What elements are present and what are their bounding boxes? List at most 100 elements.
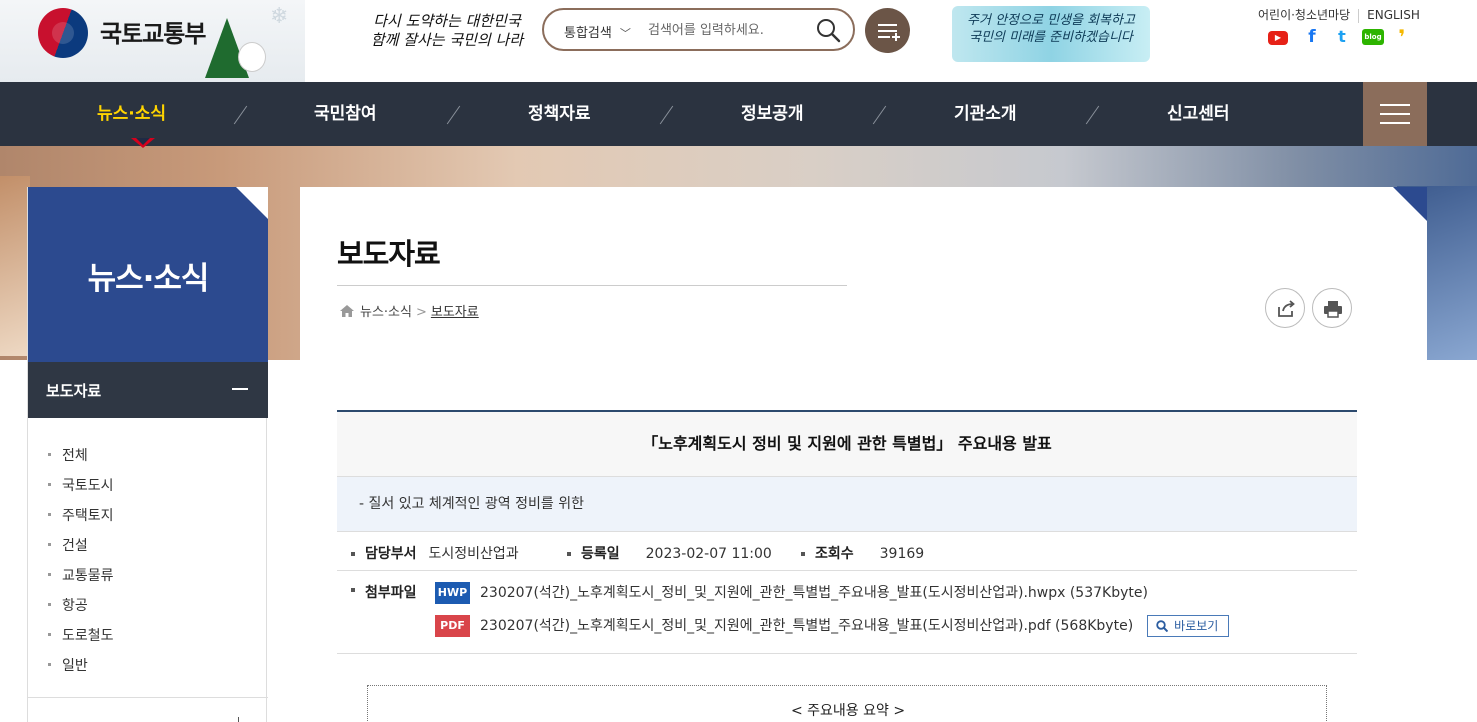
divider	[659, 105, 674, 125]
magnifier-icon	[1156, 620, 1169, 633]
hamburger-icon	[1380, 113, 1410, 115]
lnb-item-road-rail[interactable]: 도로철도	[48, 625, 114, 655]
slogan: 다시 도약하는 대한민국 함께 잘사는 국민의 나라	[367, 12, 527, 50]
snowflake-icon: ❄	[270, 4, 289, 29]
divider	[233, 105, 248, 125]
search-button[interactable]	[815, 17, 841, 43]
divider	[1358, 8, 1360, 23]
kids-link[interactable]: 어린이·청소년마당	[1258, 8, 1350, 22]
hwp-file-icon: HWP	[435, 582, 470, 604]
facebook-icon[interactable]: f	[1302, 28, 1322, 46]
all-menu-button[interactable]	[1363, 82, 1427, 146]
active-menu-marker-icon	[131, 138, 155, 148]
breadcrumb: 뉴스·소식 > 보도자료	[340, 301, 479, 320]
plus-icon[interactable]	[233, 717, 245, 722]
slogan-line-2: 함께 잘사는 국민의 나라	[370, 31, 524, 49]
divider	[446, 105, 461, 125]
lnb-section-label: 보도자료	[46, 382, 102, 400]
lnb-item-construction[interactable]: 건설	[48, 535, 114, 565]
snowman-icon	[238, 42, 266, 72]
print-icon	[1324, 301, 1342, 318]
lnb-list: 전체 국토도시 주택토지 건설 교통물류 항공 도로철도 일반	[48, 445, 114, 685]
lnb-item-housing[interactable]: 주택토지	[48, 505, 114, 535]
file-row: HWP 230207(석간)_노후계획도시_정비_및_지원에_관한_특별법_주요내…	[435, 582, 1148, 604]
twitter-icon[interactable]: t	[1332, 28, 1352, 46]
gnb-item-news[interactable]: 뉴스·소식	[97, 82, 166, 146]
top-header: 국토교통부 ❄ 다시 도약하는 대한민국 함께 잘사는 국민의 나라 통합검색 ﹀…	[0, 0, 1477, 82]
blog-icon[interactable]: blog	[1362, 29, 1384, 45]
search-box: 통합검색 ﹀	[542, 8, 855, 51]
lnb-item-land-city[interactable]: 국토도시	[48, 475, 114, 505]
visual-decoration	[0, 176, 30, 356]
promo-line-2: 국민의 미래를 준비하겠습니다	[969, 30, 1133, 45]
breadcrumb-item[interactable]: 뉴스·소식	[360, 305, 412, 320]
info-dept: 담당부서 도시정비산업과	[351, 543, 519, 563]
article: 「노후계획도시 정비 및 지원에 관한 특별법」 주요내용 발표 - 질서 있고…	[337, 410, 1357, 654]
corner-decoration	[236, 187, 268, 219]
article-info: 담당부서 도시정비산업과 등록일 2023-02-07 11:00 조회수 39169	[337, 532, 1357, 571]
taegeuk-logo-icon	[38, 8, 88, 58]
corner-decoration	[1393, 187, 1427, 221]
divider	[28, 697, 268, 698]
divider	[1085, 105, 1100, 125]
home-icon[interactable]	[340, 305, 354, 317]
lnb-section-toggle[interactable]: 보도자료	[28, 362, 268, 418]
menu-add-button[interactable]	[865, 8, 910, 53]
plus-icon	[895, 33, 897, 41]
logo-text: 국토교통부	[100, 20, 206, 48]
minus-icon	[232, 388, 248, 390]
article-subtitle: - 질서 있고 체계적인 광역 정비를 위한	[337, 477, 1357, 532]
hamburger-icon	[1380, 104, 1410, 106]
gnb-item-report[interactable]: 신고센터	[1167, 82, 1230, 146]
global-nav: 뉴스·소식 국민참여 정책자료 정보공개 기관소개 신고센터	[0, 82, 1477, 146]
files-label: 첨부파일	[351, 582, 417, 602]
left-nav: 뉴스·소식 보도자료 전체 국토도시 주택토지 건설 교통물류 항공 도로철도 …	[27, 187, 268, 722]
util-links: 어린이·청소년마당 ENGLISH	[1258, 6, 1420, 23]
youtube-icon[interactable]: ▶	[1268, 31, 1288, 45]
search-icon	[817, 19, 841, 43]
search-input[interactable]	[648, 19, 808, 41]
gnb-item-information[interactable]: 정보공개	[741, 82, 804, 146]
hamburger-icon	[1380, 122, 1410, 124]
logo-area[interactable]: 국토교통부 ❄	[0, 0, 305, 82]
preview-label: 바로보기	[1174, 619, 1219, 633]
divider	[337, 285, 847, 286]
file-row: PDF 230207(석간)_노후계획도시_정비_및_지원에_관한_특별법_주요내…	[435, 615, 1230, 637]
share-button[interactable]	[1265, 288, 1305, 328]
dept-label: 담당부서	[351, 546, 417, 562]
promo-banner[interactable]: 주거 안정으로 민생을 회복하고 국민의 미래를 준비하겠습니다	[952, 6, 1150, 62]
preview-button[interactable]: 바로보기	[1147, 615, 1230, 637]
kakao-story-icon[interactable]: ❜	[1392, 27, 1412, 47]
article-title: 「노후계획도시 정비 및 지원에 관한 특별법」 주요내용 발표	[337, 410, 1357, 477]
gnb-item-participation[interactable]: 국민참여	[314, 82, 377, 146]
print-button[interactable]	[1312, 288, 1352, 328]
breadcrumb-current[interactable]: 보도자료	[431, 305, 479, 320]
lnb-item-all[interactable]: 전체	[48, 445, 114, 475]
menu-line-icon	[878, 24, 897, 26]
page-title: 보도자료	[337, 237, 441, 271]
menu-line-icon	[878, 30, 897, 32]
summary-title: < 주요내용 요약 >	[790, 703, 906, 719]
file-download-link[interactable]: 230207(석간)_노후계획도시_정비_및_지원에_관한_특별법_주요내용_발…	[480, 618, 1133, 634]
info-date: 등록일 2023-02-07 11:00	[567, 543, 772, 563]
search-scope-select[interactable]: 통합검색 ﹀	[564, 22, 631, 41]
divider	[872, 105, 887, 125]
search-scope-label: 통합검색	[564, 26, 612, 41]
lnb-item-transport[interactable]: 교통물류	[48, 565, 114, 595]
share-icon	[1278, 300, 1295, 317]
date-label: 등록일	[567, 546, 620, 562]
info-views: 조회수 39169	[801, 543, 924, 563]
gnb-item-about[interactable]: 기관소개	[954, 82, 1017, 146]
gnb-item-policy[interactable]: 정책자료	[528, 82, 591, 146]
english-link[interactable]: ENGLISH	[1367, 8, 1420, 22]
lnb-item-aviation[interactable]: 항공	[48, 595, 114, 625]
menu-line-icon	[878, 36, 890, 38]
lnb-item-general[interactable]: 일반	[48, 655, 114, 685]
date-value: 2023-02-07 11:00	[645, 546, 772, 562]
file-download-link[interactable]: 230207(석간)_노후계획도시_정비_및_지원에_관한_특별법_주요내용_발…	[480, 585, 1148, 601]
pdf-file-icon: PDF	[435, 615, 470, 637]
views-value: 39169	[879, 546, 925, 562]
views-label: 조회수	[801, 546, 854, 562]
summary-box: < 주요내용 요약 >	[367, 685, 1327, 722]
main-content: 보도자료 뉴스·소식 > 보도자료 「노후계획도시 정비 및 지원에 관한 특별법」…	[300, 187, 1427, 722]
